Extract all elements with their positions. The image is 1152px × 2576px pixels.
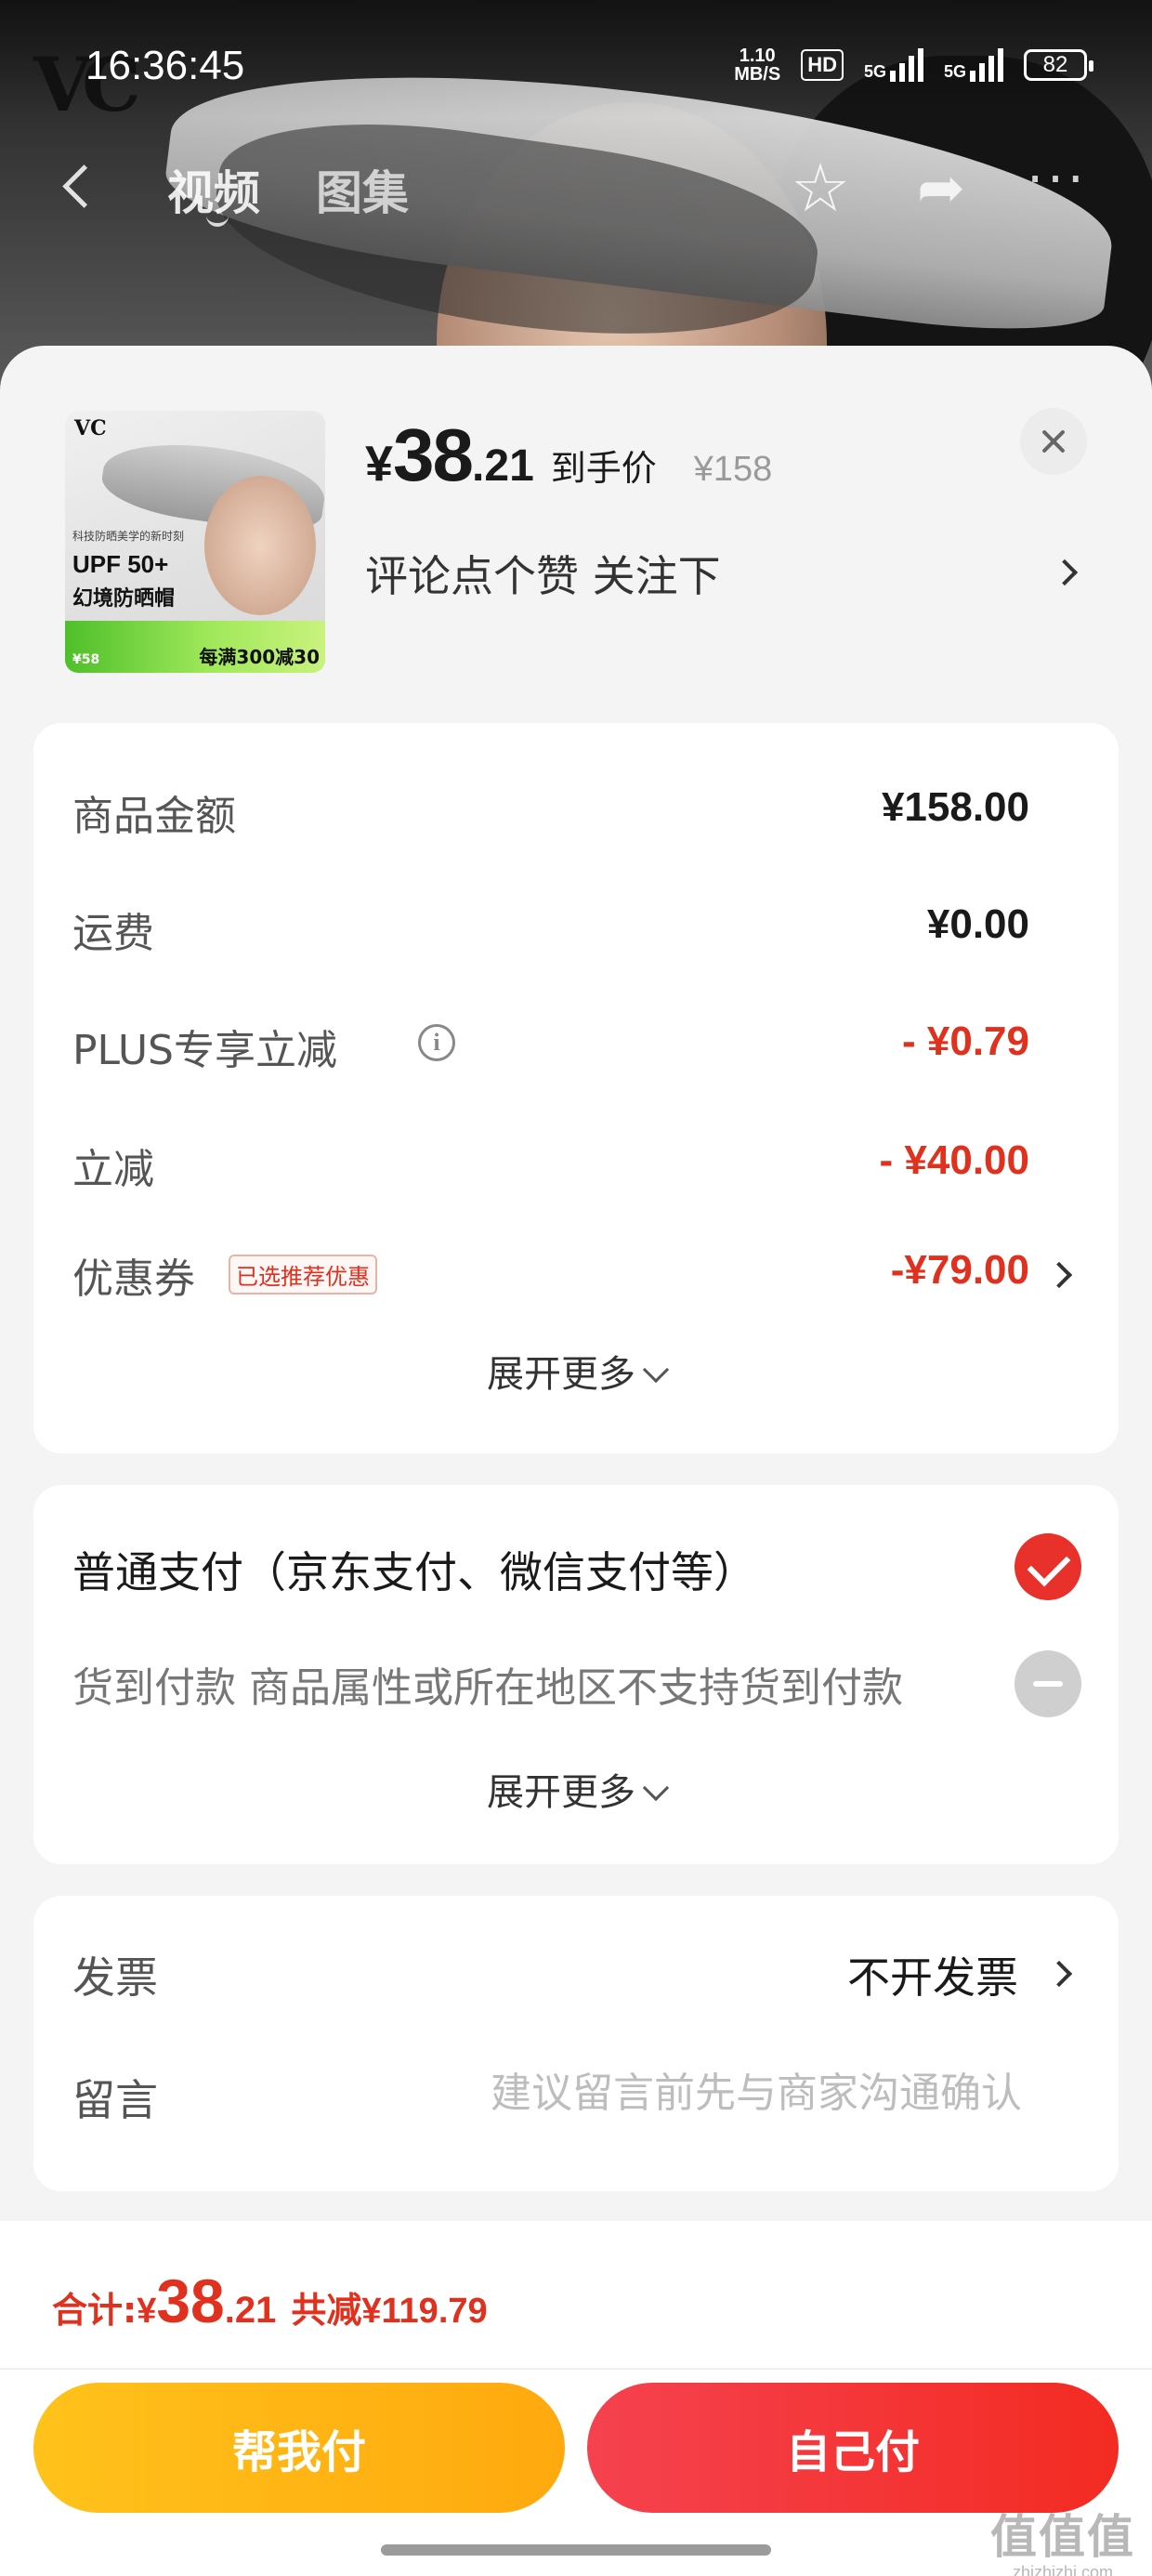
expand-more-label: 展开更多 (487, 1353, 635, 1396)
product-thumbnail[interactable]: VC 科技防晒美学的新时刻 UPF 50+ 幻境防晒帽 ¥58 每满300减30 (65, 411, 325, 673)
price-decimal: .21 (472, 441, 534, 491)
amount-row-instant-discount: 立减 - ¥40.00 (72, 1126, 1119, 1201)
share-icon[interactable]: ➦ (906, 152, 976, 223)
close-button[interactable] (1020, 408, 1087, 475)
star-icon[interactable]: ☆ (785, 152, 856, 223)
thumbnail-upf: UPF 50+ (72, 550, 169, 578)
amount-value: ¥158.00 (881, 784, 1029, 830)
chevron-right-icon[interactable] (1050, 548, 1087, 600)
status-indicators: 1.10 MB/S HD 5G 5G 82 (734, 46, 1093, 84)
signal-icon: 5G (944, 48, 1003, 82)
amount-row-goods: 商品金额 ¥158.00 (72, 773, 1119, 848)
amount-row-plus-discount: PLUS专享立减 i - ¥0.79 (72, 1007, 1119, 1082)
expand-more-button[interactable]: 展开更多 (33, 1344, 1119, 1398)
back-icon[interactable] (56, 160, 102, 212)
amounts-card: 商品金额 ¥158.00 运费 ¥0.00 PLUS专享立减 i - ¥0.79… (33, 723, 1119, 1453)
amount-label: PLUS专享立减 (72, 1027, 337, 1074)
thumbnail-promo-price: ¥58 (72, 652, 100, 667)
divider (0, 2368, 1152, 2370)
expand-more-button[interactable]: 展开更多 (33, 1762, 1119, 1816)
price-currency: ¥ (365, 436, 394, 492)
price-integer: 38 (393, 414, 474, 496)
net-speed-unit: MB/S (734, 64, 781, 85)
thumbnail-logo: VC (74, 416, 107, 440)
amount-label: 商品金额 (72, 793, 236, 840)
amount-row-coupon[interactable]: 优惠券 已选推荐优惠 -¥79.00 (72, 1236, 1119, 1310)
tab-gallery[interactable]: 图集 (316, 156, 409, 223)
product-header: VC 科技防晒美学的新时刻 UPF 50+ 幻境防晒帽 ¥58 每满300减30… (0, 346, 1152, 708)
payment-option-cod: 货到付款 商品属性或所在地区不支持货到付款 (72, 1664, 903, 1712)
chevron-right-icon[interactable] (1044, 1251, 1072, 1297)
amount-value: ¥0.00 (926, 901, 1029, 947)
disabled-icon (1015, 1650, 1081, 1717)
net-speed: 1.10 MB/S (734, 46, 780, 84)
message-input[interactable] (334, 2063, 1022, 2123)
chevron-down-icon (642, 1356, 670, 1384)
payment-option-normal[interactable]: 普通支付（京东支付、微信支付等） (72, 1539, 756, 1600)
expand-more-label: 展开更多 (487, 1771, 635, 1814)
tab-video[interactable]: 视频 (167, 156, 260, 223)
price-label: 到手价 (550, 448, 657, 489)
message-label: 留言 (72, 2075, 158, 2125)
thumbnail-product-name: 幻境防晒帽 (72, 587, 176, 611)
invoice-message-card: 发票 不开发票 留言 (33, 1896, 1119, 2191)
total-discount: 共减¥119.79 (291, 2292, 488, 2331)
battery-icon: 82 (1024, 49, 1093, 81)
product-subtitle[interactable]: 评论点个赞 关注下 (365, 543, 721, 604)
thumbnail-face (204, 476, 316, 615)
site-watermark: 值值值 zhizhizhi.com (990, 2500, 1135, 2576)
watermark-glyph: 值值值 (990, 2510, 1135, 2564)
chevron-down-icon (642, 1774, 670, 1802)
invoice-value[interactable]: 不开发票 (847, 1944, 1018, 2005)
thumbnail-promo-text: 每满300减30 (199, 646, 320, 668)
amount-label: 立减 (72, 1146, 154, 1193)
top-nav: 视频 图集 ☆ ➦ ··· (0, 149, 1152, 227)
payment-card: 普通支付（京东支付、微信支付等） 货到付款 商品属性或所在地区不支持货到付款 展… (33, 1485, 1119, 1864)
more-icon[interactable]: ··· (1020, 154, 1094, 219)
signal-label: 5G (863, 62, 886, 81)
status-time: 16:36:45 (85, 43, 245, 88)
status-bar: 16:36:45 1.10 MB/S HD 5G 5G 82 (0, 0, 1152, 139)
amount-value: - ¥0.79 (902, 1019, 1029, 1064)
home-indicator[interactable] (381, 2544, 771, 2556)
friend-pay-button[interactable]: 帮我付 (33, 2383, 565, 2513)
amount-label: 优惠券 (72, 1255, 195, 1303)
coupon-badge: 已选推荐优惠 (229, 1255, 377, 1295)
info-icon[interactable]: i (418, 1024, 455, 1061)
signal-label: 5G (943, 62, 966, 81)
net-speed-value: 1.10 (739, 46, 776, 66)
amount-value: -¥79.00 (890, 1247, 1029, 1293)
original-price: ¥158 (693, 450, 773, 489)
chevron-right-icon[interactable] (1044, 1950, 1072, 1996)
checkmark-icon[interactable] (1015, 1533, 1081, 1600)
amount-value: - ¥40.00 (879, 1137, 1029, 1183)
checkout-bar: 合计: ¥ 38 .21 共减¥119.79 帮我付 自己付 值值值 zhizh… (0, 2221, 1152, 2576)
thumbnail-tagline: 科技防晒美学的新时刻 (72, 530, 185, 543)
total-label: 合计: (52, 2290, 137, 2331)
final-price: ¥ 38 .21 到手价 ¥158 (365, 413, 772, 498)
amount-row-shipping: 运费 ¥0.00 (72, 890, 1119, 965)
total-integer: 38 (156, 2267, 225, 2335)
hd-icon: HD (801, 49, 844, 81)
signal-icon: 5G (864, 48, 923, 82)
order-total: 合计: ¥ 38 .21 共减¥119.79 (52, 2266, 488, 2336)
invoice-label: 发票 (72, 1952, 158, 2003)
amount-label: 运费 (72, 910, 154, 957)
thumbnail-promo-banner: ¥58 每满300减30 (65, 621, 325, 673)
self-pay-button[interactable]: 自己付 (587, 2383, 1119, 2513)
total-decimal: .21 (224, 2290, 277, 2331)
total-currency: ¥ (137, 2292, 157, 2331)
